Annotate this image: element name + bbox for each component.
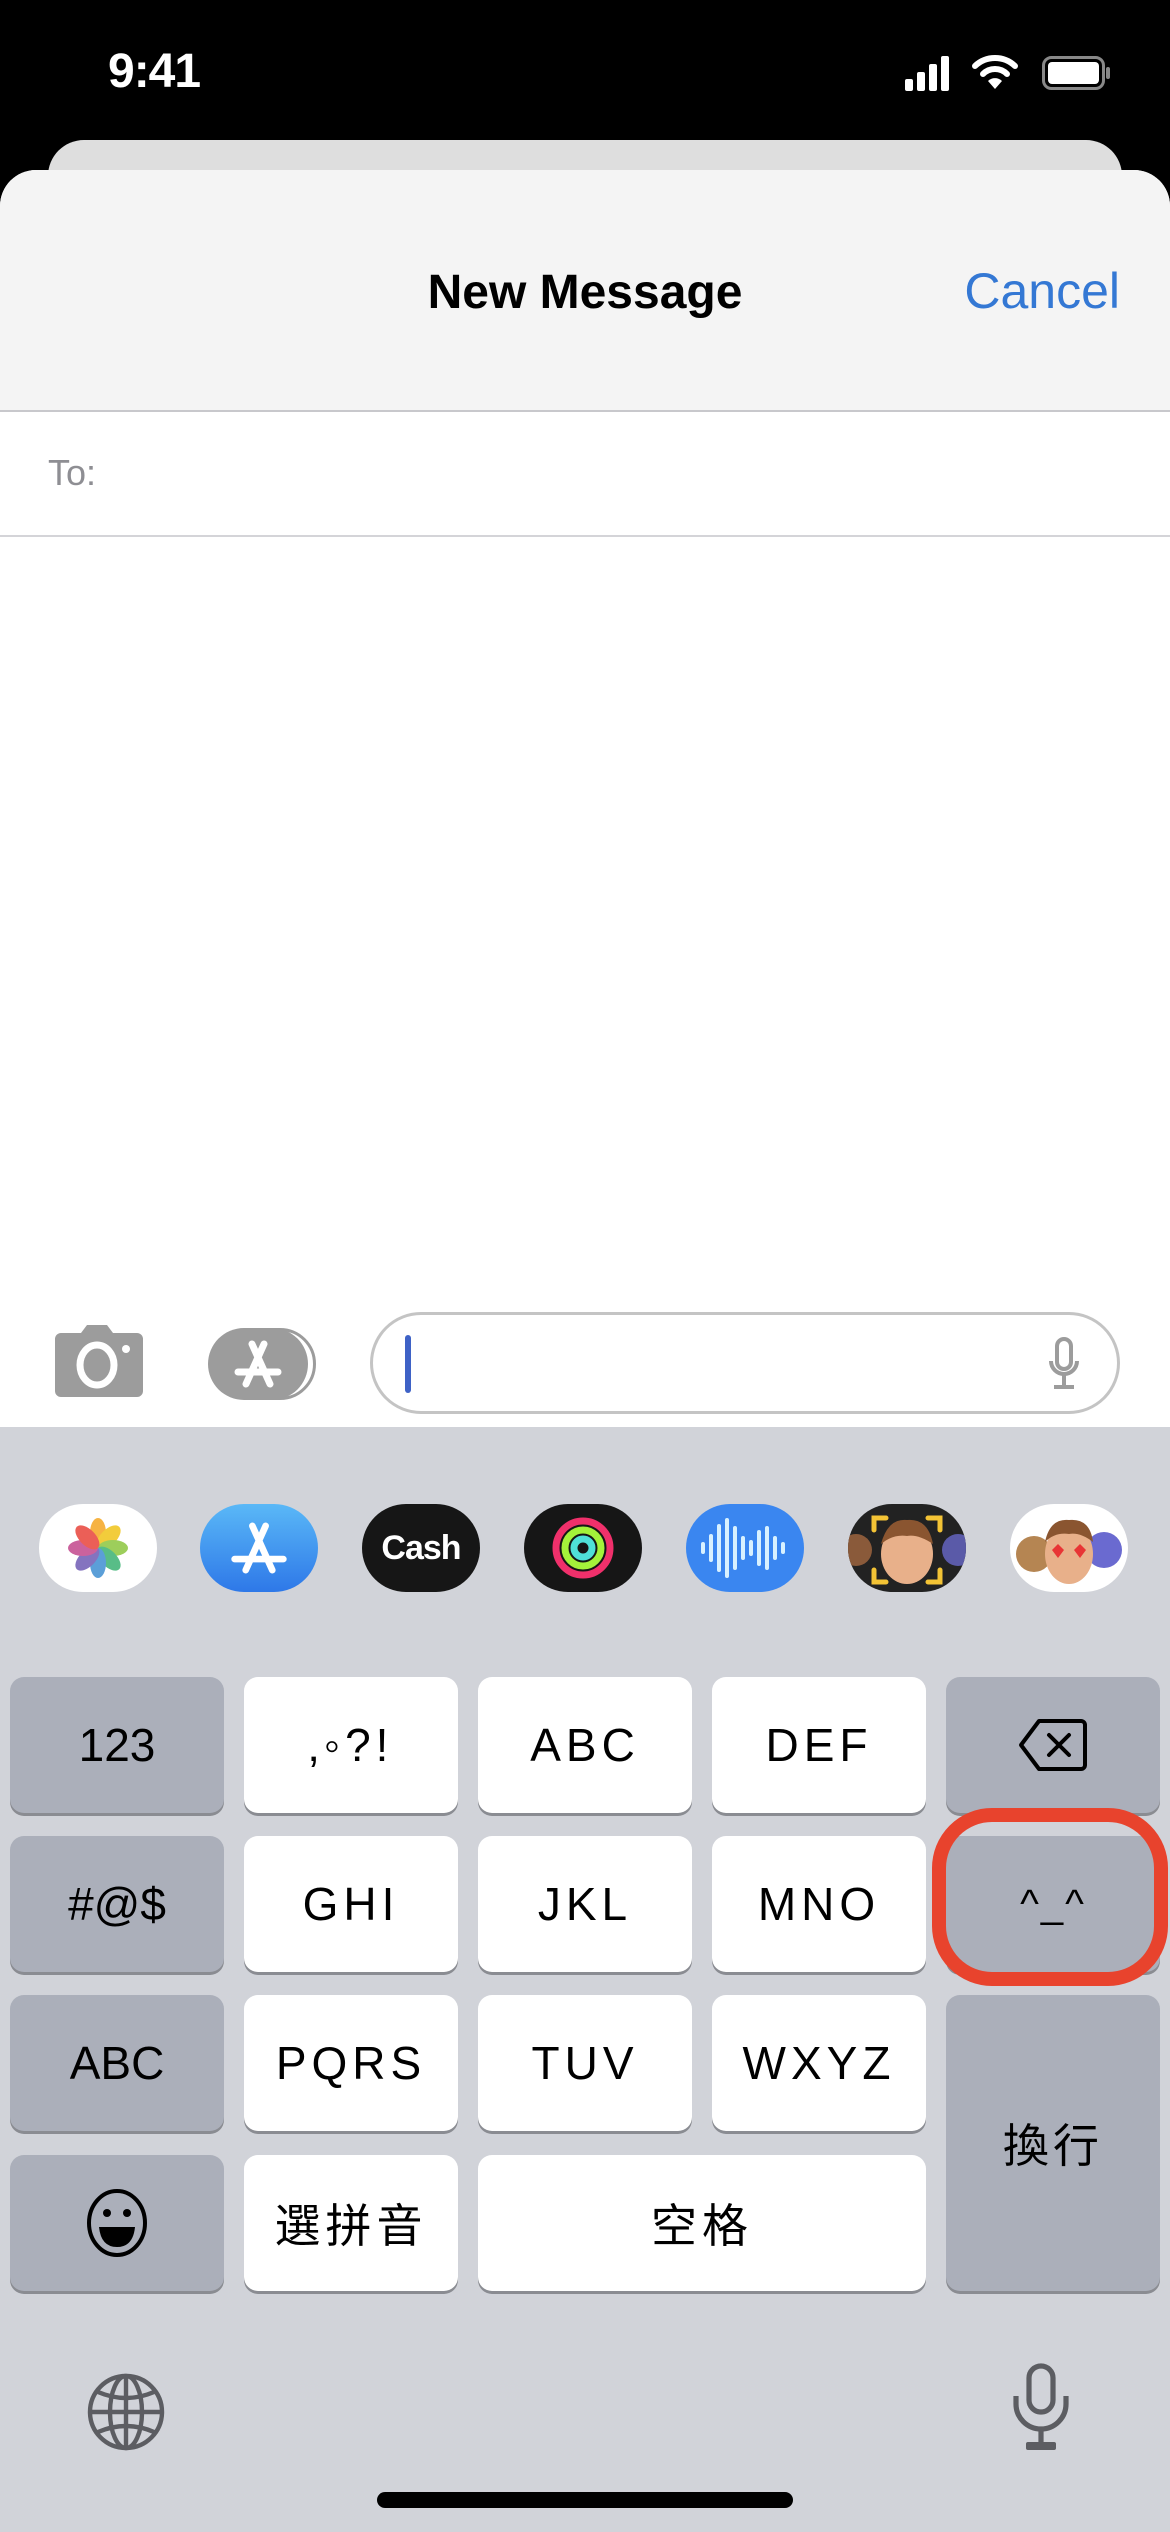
app-audio[interactable] xyxy=(686,1504,804,1592)
app-memoji-stickers[interactable] xyxy=(1010,1504,1128,1592)
battery-icon xyxy=(1042,56,1110,90)
home-indicator xyxy=(377,2492,793,2508)
delete-key[interactable] xyxy=(946,1677,1160,1813)
return-key[interactable]: 換行 xyxy=(946,1995,1160,2291)
key-mno[interactable]: MNO xyxy=(712,1836,926,1972)
cancel-button[interactable]: Cancel xyxy=(964,262,1120,320)
camera-icon[interactable] xyxy=(53,1325,145,1397)
key-def[interactable]: DEF xyxy=(712,1677,926,1813)
app-store-icon xyxy=(208,1328,308,1400)
dictation-microphone-icon[interactable] xyxy=(1008,2362,1074,2452)
key-ghi[interactable]: GHI xyxy=(244,1836,458,1972)
app-activity[interactable] xyxy=(524,1504,642,1592)
apps-button[interactable] xyxy=(208,1328,318,1400)
photos-icon xyxy=(68,1518,128,1578)
key-tuv[interactable]: TUV xyxy=(478,1995,692,2131)
key-abc[interactable]: ABC xyxy=(478,1677,692,1813)
delete-icon xyxy=(1019,1719,1087,1771)
app-memoji[interactable] xyxy=(848,1504,966,1592)
status-time: 9:41 xyxy=(108,45,201,98)
to-field[interactable]: To: xyxy=(0,412,1170,537)
space-key[interactable]: 空格 xyxy=(478,2155,926,2291)
activity-rings-icon xyxy=(552,1517,614,1579)
key-jkl[interactable]: JKL xyxy=(478,1836,692,1972)
message-input[interactable] xyxy=(370,1312,1120,1414)
memoji-stickers-icon xyxy=(1016,1519,1122,1584)
to-label: To: xyxy=(48,452,97,493)
highlight-annotation xyxy=(932,1808,1168,1986)
nav-bar: New Message Cancel xyxy=(0,170,1170,412)
microphone-icon[interactable] xyxy=(1048,1337,1080,1393)
emoji-icon xyxy=(87,2189,147,2257)
audio-waveform-icon xyxy=(701,1518,785,1578)
cellular-signal-icon xyxy=(905,56,949,91)
app-apple-cash[interactable]: Cash xyxy=(362,1504,480,1592)
key-123[interactable]: 123 xyxy=(10,1677,224,1813)
key-abc-switch[interactable]: ABC xyxy=(10,1995,224,2131)
key-pinyin[interactable]: 選拼音 xyxy=(244,2155,458,2291)
text-cursor xyxy=(405,1335,411,1393)
wifi-icon xyxy=(972,55,1018,89)
key-wxyz[interactable]: WXYZ xyxy=(712,1995,926,2131)
key-punctuation[interactable]: ‚◦?! xyxy=(244,1677,458,1813)
emoji-key[interactable] xyxy=(10,2155,224,2291)
key-symbols[interactable]: #@$ xyxy=(10,1836,224,1972)
app-store[interactable] xyxy=(200,1504,318,1592)
apple-cash-icon: Cash xyxy=(381,1528,461,1567)
app-store-icon xyxy=(231,1522,287,1574)
key-pqrs[interactable]: PQRS xyxy=(244,1995,458,2131)
globe-icon[interactable] xyxy=(84,2370,168,2454)
app-photos[interactable] xyxy=(39,1504,157,1592)
memoji-camera-icon xyxy=(848,1515,966,1585)
